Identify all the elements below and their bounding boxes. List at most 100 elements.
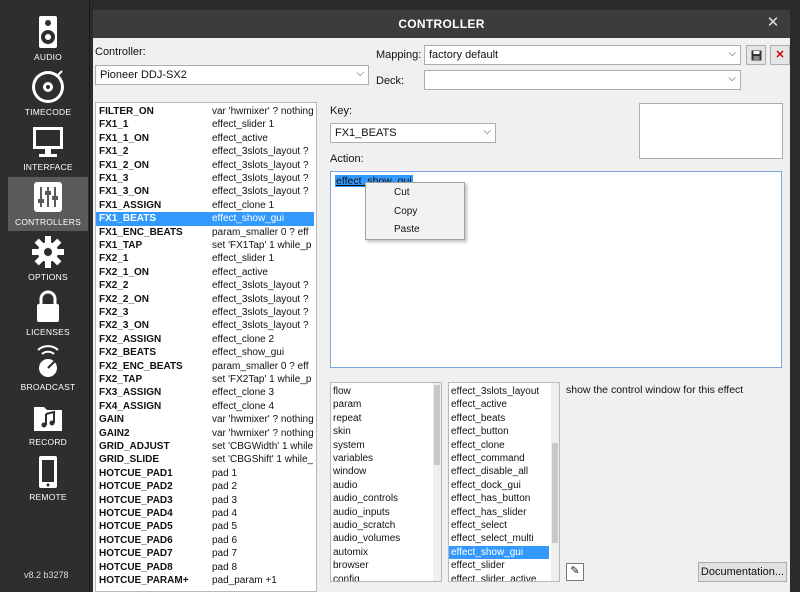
sidebar-item-label: TIMECODE — [24, 107, 72, 117]
sidebar-item-timecode[interactable]: TIMECODE — [8, 67, 88, 121]
category-item[interactable]: config — [333, 573, 360, 581]
context-menu-cut[interactable]: Cut — [394, 187, 410, 198]
control-row[interactable]: FX1_2 effect_3slots_layout ? — [96, 145, 314, 158]
control-row[interactable]: GAIN2 var 'hwmixer' ? nothing — [96, 427, 314, 440]
control-row[interactable]: HOTCUE_PARAM+ pad_param +1 — [96, 574, 314, 587]
control-row[interactable]: FX1_ASSIGN effect_clone 1 — [96, 199, 314, 212]
sidebar-item-interface[interactable]: INTERFACE — [8, 122, 88, 176]
control-action: pad 3 — [212, 494, 238, 506]
control-row[interactable]: FX1_1_ON effect_active — [96, 132, 314, 145]
control-row[interactable]: FX4_ASSIGN effect_clone 4 — [96, 400, 314, 413]
control-row[interactable]: FX2_ASSIGN effect_clone 2 — [96, 333, 314, 346]
verb-item[interactable]: effect_dock_gui — [451, 479, 521, 492]
sidebar-item-broadcast[interactable]: BROADCAST — [8, 342, 88, 396]
control-row[interactable]: FX2_2 effect_3slots_layout ? — [96, 279, 314, 292]
control-key: FX2_3 — [99, 307, 129, 318]
mapping-dropdown[interactable]: factory default ⌵ — [424, 45, 741, 65]
verb-item[interactable]: effect_clone — [451, 439, 505, 452]
category-item[interactable]: variables — [333, 452, 373, 465]
lock-icon — [37, 290, 59, 322]
category-item[interactable]: repeat — [333, 412, 361, 425]
sidebar-item-audio[interactable]: AUDIO — [8, 12, 88, 66]
verb-item[interactable]: effect_3slots_layout — [451, 385, 539, 398]
control-row[interactable]: FX2_2_ON effect_3slots_layout ? — [96, 293, 314, 306]
verb-item[interactable]: effect_has_button — [451, 492, 530, 505]
category-item[interactable]: browser — [333, 559, 369, 572]
context-menu-paste[interactable]: Paste — [394, 224, 420, 235]
category-item[interactable]: audio_controls — [333, 492, 398, 505]
control-row[interactable]: HOTCUE_PAD3 pad 3 — [96, 494, 314, 507]
control-row[interactable]: FX2_ENC_BEATS param_smaller 0 ? eff — [96, 360, 314, 373]
control-row[interactable]: FX2_3_ON effect_3slots_layout ? — [96, 319, 314, 332]
control-row[interactable]: GAIN var 'hwmixer' ? nothing — [96, 413, 314, 426]
context-menu-copy[interactable]: Copy — [394, 206, 417, 217]
verb-item[interactable]: effect_active — [451, 398, 507, 411]
control-row[interactable]: HOTCUE_PAD8 pad 8 — [96, 561, 314, 574]
control-row[interactable]: FX1_3_ON effect_3slots_layout ? — [96, 185, 314, 198]
version-label: v8.2 b3278 — [24, 570, 69, 580]
close-button[interactable]: ✕ — [764, 14, 782, 32]
category-item[interactable]: window — [333, 465, 366, 478]
control-row[interactable]: FX1_2_ON effect_3slots_layout ? — [96, 159, 314, 172]
control-row[interactable]: HOTCUE_PAD1 pad 1 — [96, 467, 314, 480]
verb-item[interactable]: effect_select_multi — [451, 532, 534, 545]
verb-item[interactable]: effect_button — [451, 425, 509, 438]
control-row[interactable]: FX1_TAP set 'FX1Tap' 1 while_p — [96, 239, 314, 252]
verb-item[interactable]: effect_select — [451, 519, 507, 532]
key-dropdown[interactable]: FX1_BEATS ⌵ — [330, 123, 496, 143]
control-row[interactable]: HOTCUE_PAD2 pad 2 — [96, 480, 314, 493]
control-row[interactable]: GRID_ADJUST set 'CBGWidth' 1 while — [96, 440, 314, 453]
deck-dropdown[interactable]: ⌵ — [424, 70, 741, 90]
control-row[interactable]: HOTCUE_PAD5 pad 5 — [96, 520, 314, 533]
control-row[interactable]: FX3_ASSIGN effect_clone 3 — [96, 386, 314, 399]
sidebar-item-licenses[interactable]: LICENSES — [8, 287, 88, 341]
control-row[interactable]: FX1_1 effect_slider 1 — [96, 118, 314, 131]
control-row[interactable]: FX1_ENC_BEATS param_smaller 0 ? eff — [96, 226, 314, 239]
category-item[interactable]: skin — [333, 425, 351, 438]
control-row[interactable]: FX2_3 effect_3slots_layout ? — [96, 306, 314, 319]
documentation-button[interactable]: Documentation... — [698, 562, 787, 582]
control-action: param_smaller 0 ? eff — [212, 360, 309, 372]
category-item[interactable]: system — [333, 439, 365, 452]
category-item[interactable]: audio — [333, 479, 357, 492]
category-item[interactable]: audio_volumes — [333, 532, 400, 545]
verb-item[interactable]: effect_command — [451, 452, 525, 465]
key-label: Key: — [330, 105, 353, 117]
control-row[interactable]: HOTCUE_PAD7 pad 7 — [96, 547, 314, 560]
verb-list[interactable]: effect_3slots_layout effect_active effect_… — [448, 382, 560, 582]
category-item[interactable]: audio_scratch — [333, 519, 395, 532]
save-mapping-button[interactable] — [746, 45, 766, 65]
sidebar-item-options[interactable]: OPTIONS — [8, 232, 88, 286]
control-row[interactable]: FX1_3 effect_3slots_layout ? — [96, 172, 314, 185]
color-picker-button[interactable]: ✎ — [566, 563, 584, 581]
controls-list[interactable]: FILTER_ON var 'hwmixer' ? nothing FX1_1 eff… — [95, 102, 317, 592]
sidebar-item-controllers[interactable]: CONTROLLERS — [8, 177, 88, 231]
control-action: effect_3slots_layout ? — [212, 186, 309, 198]
sidebar-item-record[interactable]: RECORD — [8, 397, 88, 451]
control-row[interactable]: FX2_1 effect_slider 1 — [96, 252, 314, 265]
control-row[interactable]: FX2_TAP set 'FX2Tap' 1 while_p — [96, 373, 314, 386]
controller-dropdown[interactable]: Pioneer DDJ-SX2 ⌵ — [95, 65, 369, 85]
control-row[interactable]: FX2_1_ON effect_active — [96, 266, 314, 279]
verb-item[interactable]: effect_has_slider — [451, 506, 526, 519]
control-row[interactable]: HOTCUE_PAD6 pad 6 — [96, 534, 314, 547]
category-list[interactable]: flow param repeat skin system variables window… — [330, 382, 442, 582]
control-row[interactable]: HOTCUE_PAD4 pad 4 — [96, 507, 314, 520]
verb-scrollbar[interactable] — [551, 383, 559, 581]
verb-item[interactable]: effect_beats — [451, 412, 505, 425]
category-scrollbar[interactable] — [433, 383, 441, 581]
verb-item[interactable]: effect_slider — [451, 559, 505, 572]
control-row[interactable]: FX1_BEATS effect_show_gui — [96, 212, 314, 226]
verb-item[interactable]: effect_show_gui — [449, 545, 549, 560]
category-item[interactable]: audio_inputs — [333, 506, 390, 519]
sidebar-item-remote[interactable]: REMOTE — [8, 452, 88, 506]
control-row[interactable]: FX2_BEATS effect_show_gui — [96, 346, 314, 359]
category-item[interactable]: automix — [333, 546, 368, 559]
control-row[interactable]: GRID_SLIDE set 'CBGShift' 1 while_ — [96, 453, 314, 466]
verb-item[interactable]: effect_disable_all — [451, 465, 528, 478]
control-row[interactable]: FILTER_ON var 'hwmixer' ? nothing — [96, 105, 314, 118]
verb-item[interactable]: effect_slider_active — [451, 573, 536, 581]
category-item[interactable]: flow — [333, 385, 351, 398]
category-item[interactable]: param — [333, 398, 361, 411]
delete-mapping-button[interactable]: ✕ — [770, 45, 790, 65]
